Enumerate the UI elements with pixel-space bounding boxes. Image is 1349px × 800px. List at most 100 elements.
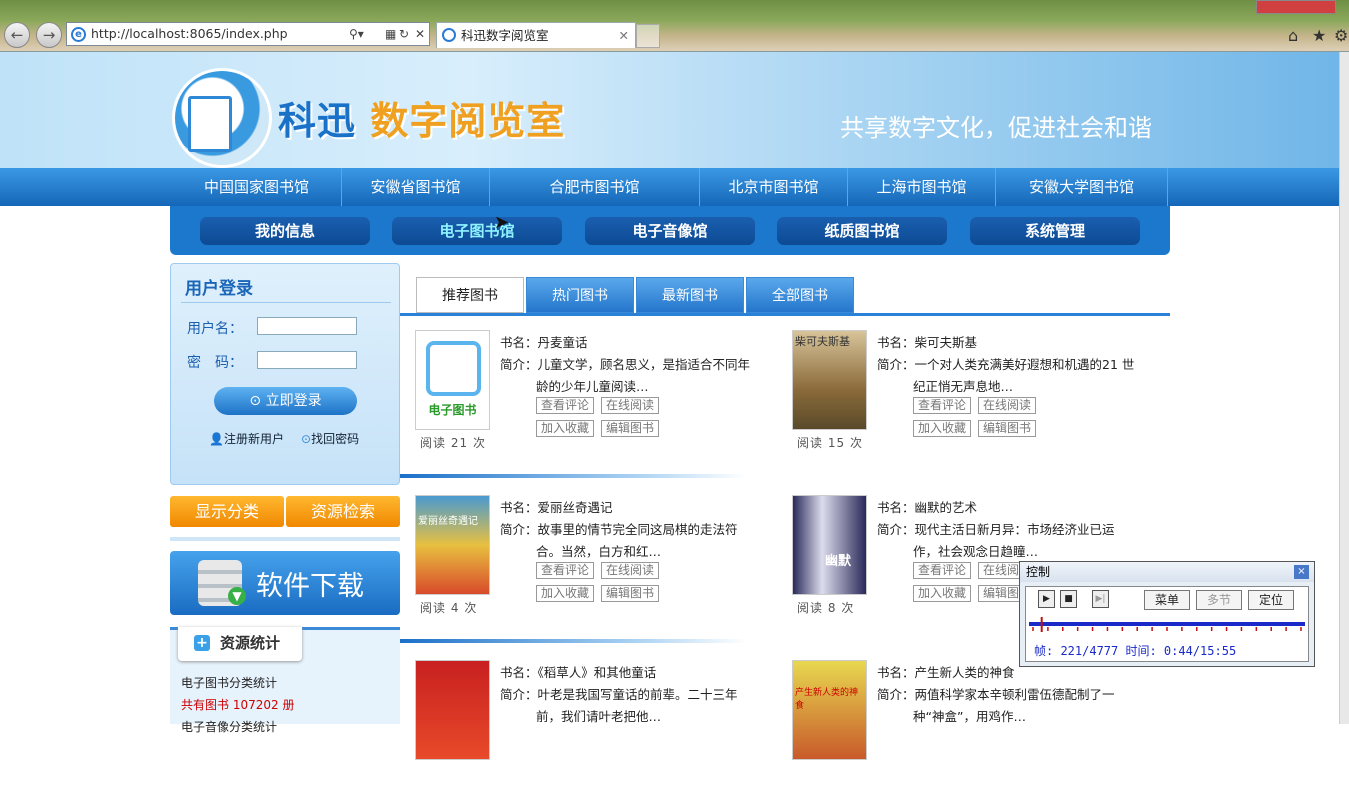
edit-book-button[interactable]: 编辑图书 — [601, 420, 660, 437]
logo-document-icon — [188, 96, 232, 152]
nav-ebook-library[interactable]: 电子图书馆 — [392, 217, 562, 245]
library-link[interactable]: 安徽省图书馆 — [342, 168, 490, 206]
home-icon[interactable]: ⌂ — [1288, 26, 1298, 45]
edit-book-button[interactable]: 编辑图书 — [601, 585, 660, 602]
book-cover[interactable]: 爱丽丝奇遇记 — [415, 495, 490, 595]
back-button[interactable]: ← — [4, 22, 30, 48]
book-tabs: 推荐图书 热门图书 最新图书 全部图书 — [400, 276, 1170, 316]
book-intro: 简介：一个对人类充满美好遐想和机遇的21 世纪正悄无声息地… — [877, 357, 1135, 394]
stop-icon[interactable]: ✕ — [415, 23, 425, 45]
window-controls[interactable] — [1256, 0, 1336, 14]
player-title: 控制 — [1020, 562, 1314, 582]
password-label: 密 码： — [187, 355, 243, 371]
show-categories-button[interactable]: 显示分类 — [170, 496, 284, 527]
favorites-icon[interactable]: ★ — [1312, 26, 1326, 45]
add-favorite-button[interactable]: 加入收藏 — [913, 585, 972, 602]
recover-password-link[interactable]: ⊙找回密码 — [301, 430, 359, 447]
username-field[interactable] — [257, 317, 357, 335]
tab-popular[interactable]: 热门图书 — [526, 277, 634, 313]
book-cover[interactable] — [415, 660, 490, 760]
view-comments-button[interactable]: 查看评论 — [536, 562, 595, 579]
menu-button[interactable]: 菜单 — [1144, 590, 1190, 610]
read-count: 阅读 15 次 — [797, 436, 863, 450]
nav-av-library[interactable]: 电子音像馆 — [585, 217, 755, 245]
stop-icon[interactable]: ■ — [1060, 590, 1077, 608]
compat-icon[interactable]: ▦ — [385, 23, 396, 45]
browser-toolbar: ← → e http://localhost:8065/index.php ⚲▾… — [0, 0, 1349, 52]
forward-button[interactable]: → — [36, 22, 62, 48]
read-online-button[interactable]: 在线阅读 — [601, 562, 660, 579]
book-item: 电子图书 阅读 21 次 书名：丹麦童话 简介：儿童文学，顾名思义，是指适合不同… — [400, 330, 777, 470]
add-favorite-button[interactable]: 加入收藏 — [913, 420, 972, 437]
tab-title: 科迅数字阅览室 — [461, 28, 549, 43]
close-icon[interactable]: × — [1294, 565, 1309, 579]
book-cover[interactable]: 电子图书 — [415, 330, 490, 430]
add-favorite-button[interactable]: 加入收藏 — [536, 420, 595, 437]
nav-system-admin[interactable]: 系统管理 — [970, 217, 1140, 245]
category-bar: 显示分类 资源检索 — [170, 496, 400, 527]
av-category-stats[interactable]: 电子音像分类统计 — [181, 718, 277, 735]
resource-search-button[interactable]: 资源检索 — [286, 496, 400, 527]
read-online-button[interactable]: 在线阅读 — [978, 397, 1037, 414]
site-slogan: 共享数字文化，促进社会和谐 — [840, 114, 1152, 142]
timeline-ticks — [1032, 617, 1302, 632]
scrollbar[interactable] — [1339, 52, 1349, 724]
player-control-window: 控制 × ▶ ■ ▶| 菜单 多节 定位 帧: 221/4777 时间: 0:4… — [1019, 561, 1315, 667]
resource-stats-panel: + 资源统计 电子图书分类统计 共有图书 107202 册 电子音像分类统计 — [170, 627, 400, 734]
browser-tab[interactable]: 科迅数字阅览室 ✕ — [436, 22, 636, 48]
multi-section-button[interactable]: 多节 — [1196, 590, 1242, 610]
tab-close-icon[interactable]: ✕ — [619, 23, 629, 48]
library-link[interactable]: 合肥市图书馆 — [490, 168, 700, 206]
ie-tab-icon — [442, 28, 456, 42]
tab-all[interactable]: 全部图书 — [746, 277, 854, 313]
book-name: 书名：柴可夫斯基 — [877, 335, 978, 350]
ie-icon: e — [71, 27, 86, 42]
play-icon[interactable]: ▶ — [1038, 590, 1055, 608]
view-comments-button[interactable]: 查看评论 — [536, 397, 595, 414]
tab-newest[interactable]: 最新图书 — [636, 277, 744, 313]
timeline-slider[interactable] — [1029, 617, 1305, 632]
library-link[interactable]: 上海市图书馆 — [848, 168, 996, 206]
add-favorite-button[interactable]: 加入收藏 — [536, 585, 595, 602]
login-button[interactable]: ⊙ 立即登录 — [214, 387, 357, 415]
read-online-button[interactable]: 在线阅读 — [601, 397, 660, 414]
book-intro: 简介：现代主活日新月异：市场经济业已运作，社会观念日趋瞳… — [877, 522, 1115, 559]
ebook-icon — [426, 341, 481, 396]
book-name: 书名：丹麦童话 — [500, 335, 588, 350]
next-icon[interactable]: ▶| — [1092, 590, 1109, 608]
library-link[interactable]: 北京市图书馆 — [700, 168, 848, 206]
refresh-icon[interactable]: ↻ — [399, 23, 409, 45]
username-label: 用户名： — [187, 321, 243, 337]
view-comments-button[interactable]: 查看评论 — [913, 562, 972, 579]
edit-book-button[interactable]: 编辑图书 — [978, 420, 1037, 437]
book-cover[interactable]: 幽默 — [792, 495, 867, 595]
library-link[interactable]: 中国国家图书馆 — [172, 168, 342, 206]
tab-recommended[interactable]: 推荐图书 — [416, 277, 524, 313]
address-bar[interactable]: e http://localhost:8065/index.php ⚲▾ ▦ ↻… — [66, 22, 430, 46]
login-panel: 用户登录 用户名： 密 码： ⊙ 立即登录 👤注册新用户 ⊙找回密码 — [170, 263, 400, 485]
library-link[interactable]: 安徽大学图书馆 — [996, 168, 1168, 206]
gear-icon[interactable]: ⚙ — [1334, 26, 1348, 45]
software-download-button[interactable]: ▼ 软件下载 — [170, 551, 400, 615]
book-intro: 简介：故事里的情节完全同这局棋的走法符合。当然，白方和红… — [500, 522, 738, 559]
locate-button[interactable]: 定位 — [1248, 590, 1294, 610]
site-banner: 科迅 数字阅览室 共享数字文化，促进社会和谐 — [0, 52, 1339, 168]
stats-title: + 资源统计 — [178, 627, 302, 661]
view-comments-button[interactable]: 查看评论 — [913, 397, 972, 414]
ebook-total-count: 共有图书 107202 册 — [181, 698, 295, 712]
row-separator — [400, 474, 1170, 478]
ebook-category-stats[interactable]: 电子图书分类统计 — [181, 674, 277, 691]
book-cover[interactable]: 产生新人类的神食 — [792, 660, 867, 760]
register-link[interactable]: 👤注册新用户 — [209, 430, 284, 447]
book-cover[interactable]: 柴可夫斯基 — [792, 330, 867, 430]
password-field[interactable] — [257, 351, 357, 369]
read-count: 阅读 8 次 — [797, 601, 855, 615]
book-name: 书名：幽默的艺术 — [877, 500, 978, 515]
library-nav: 中国国家图书馆 安徽省图书馆 合肥市图书馆 北京市图书馆 上海市图书馆 安徽大学… — [0, 168, 1339, 206]
search-icon[interactable]: ⚲▾ — [349, 23, 364, 45]
book-item: 柴可夫斯基 阅读 15 次 书名：柴可夫斯基 简介：一个对人类充满美好遐想和机遇… — [777, 330, 1154, 470]
new-tab-button[interactable] — [636, 24, 660, 48]
nav-paper-library[interactable]: 纸质图书馆 — [777, 217, 947, 245]
nav-my-info[interactable]: 我的信息 — [200, 217, 370, 245]
book-intro: 简介：儿童文学，顾名思义，是指适合不同年龄的少年儿童阅读… — [500, 357, 751, 394]
